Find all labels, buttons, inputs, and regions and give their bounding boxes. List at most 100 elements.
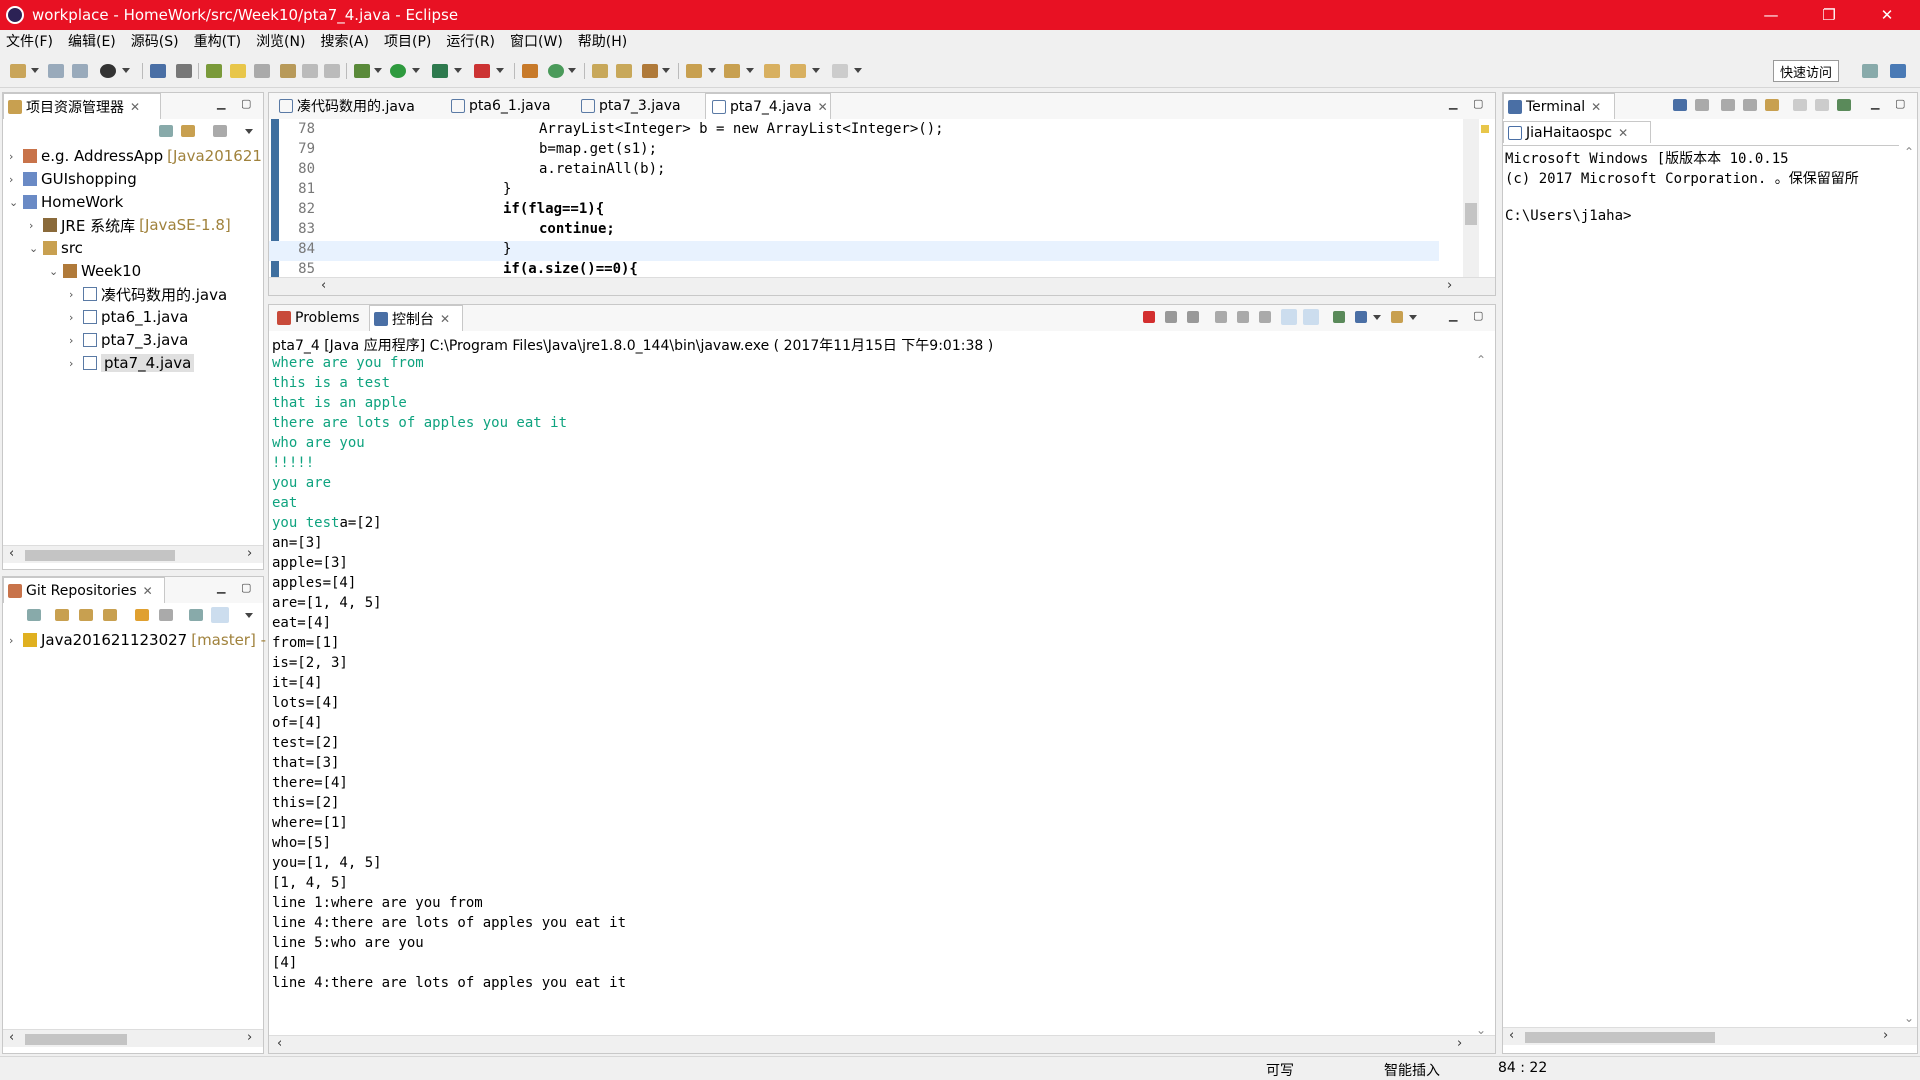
coverage-dropdown-icon[interactable] <box>454 68 462 73</box>
scroll-up-icon[interactable]: ⌃ <box>1476 353 1486 367</box>
tab-file-1[interactable]: 凑代码数用的.java <box>273 93 415 119</box>
scroll-lock-icon[interactable] <box>1237 311 1249 323</box>
tab-git-repositories[interactable]: Git Repositories ✕ <box>3 577 165 603</box>
filter-icon[interactable] <box>213 125 227 137</box>
prev-annotation-icon[interactable] <box>724 64 740 78</box>
display-console-icon[interactable] <box>1355 311 1367 323</box>
scroll-down-icon[interactable]: ⌄ <box>1904 1011 1914 1025</box>
terminal-icon[interactable] <box>150 64 166 78</box>
back-dropdown-icon[interactable] <box>812 68 820 73</box>
tab-file-4[interactable]: pta7_4.java ✕ <box>705 93 831 119</box>
menu-project[interactable]: 项目(P) <box>384 31 431 51</box>
minimize-icon[interactable]: ▁ <box>1871 97 1879 110</box>
forward-dropdown-icon[interactable] <box>854 68 862 73</box>
clear-terminal-icon[interactable] <box>1765 99 1779 111</box>
maximize-icon[interactable]: ▢ <box>241 97 251 110</box>
overview-marker[interactable] <box>1481 125 1489 133</box>
open-console-icon[interactable] <box>1391 311 1403 323</box>
horizontal-scrollbar[interactable]: ‹ › <box>3 545 263 563</box>
minimize-icon[interactable]: ▁ <box>1449 309 1457 322</box>
horizontal-scrollbar[interactable]: ‹ › <box>1503 1027 1917 1045</box>
vertical-scrollbar[interactable]: ⌃ ⌄ <box>1473 353 1491 1037</box>
scroll-thumb[interactable] <box>25 1034 127 1045</box>
view-menu-icon[interactable] <box>245 613 253 618</box>
profile-dropdown-icon[interactable] <box>122 68 130 73</box>
save-icon[interactable] <box>48 64 64 78</box>
coverage-icon[interactable] <box>432 64 448 78</box>
view-menu-icon[interactable] <box>245 129 253 134</box>
run-dropdown-icon[interactable] <box>412 68 420 73</box>
tree-item-file-3[interactable]: › pta7_3.java <box>69 329 188 351</box>
tab-console[interactable]: 控制台 ✕ <box>369 305 463 331</box>
external-tools-icon[interactable] <box>474 64 490 78</box>
minimize-button[interactable]: — <box>1748 0 1794 30</box>
display-console-dropdown-icon[interactable] <box>1373 315 1381 320</box>
horizontal-scrollbar[interactable]: ‹ › <box>269 277 1495 295</box>
scroll-left-icon[interactable]: ‹ <box>9 1030 14 1045</box>
forward-icon[interactable] <box>832 64 848 78</box>
new-dropdown-icon[interactable] <box>31 68 39 73</box>
new-class-dropdown-icon[interactable] <box>568 68 576 73</box>
back-icon[interactable] <box>790 64 806 78</box>
scroll-up-icon[interactable]: ⌃ <box>1904 145 1914 159</box>
link-selection-icon[interactable] <box>211 607 229 623</box>
new-java-project-icon[interactable] <box>522 64 538 78</box>
vertical-scrollbar[interactable] <box>1463 119 1479 285</box>
open-terminal-icon[interactable] <box>1673 99 1687 111</box>
tree-item-week10[interactable]: ⌄ Week10 <box>49 260 141 282</box>
tree-item-src[interactable]: ⌄ src <box>29 237 83 259</box>
close-button[interactable]: ✕ <box>1864 0 1910 30</box>
remove-launch-icon[interactable] <box>1165 311 1177 323</box>
scroll-left-icon[interactable]: ‹ <box>9 546 14 561</box>
tab-file-3[interactable]: pta7_3.java <box>575 93 681 119</box>
scroll-right-icon[interactable]: › <box>1883 1028 1888 1043</box>
tab-terminal-session[interactable]: JiaHaitaospc ✕ <box>1503 121 1651 143</box>
maximize-icon[interactable]: ▢ <box>241 581 251 594</box>
pin-console-icon[interactable] <box>1333 311 1345 323</box>
show-whitespace-icon[interactable] <box>302 64 318 78</box>
scroll-left-icon[interactable]: ‹ <box>321 278 326 293</box>
close-icon[interactable]: ✕ <box>440 312 450 326</box>
scroll-right-icon[interactable]: › <box>1447 278 1452 293</box>
tree-mode-icon[interactable] <box>189 609 203 621</box>
create-repo-icon[interactable] <box>103 609 117 621</box>
clear-console-icon[interactable] <box>1215 311 1227 323</box>
scroll-lock-icon[interactable] <box>1721 99 1735 111</box>
restore-button[interactable]: ❐ <box>1806 0 1852 30</box>
minimize-icon[interactable]: ▁ <box>1449 97 1457 110</box>
close-icon[interactable]: ✕ <box>143 584 153 598</box>
tree-item-guishopping[interactable]: › GUIshopping <box>9 168 137 190</box>
scroll-thumb[interactable] <box>1465 203 1477 225</box>
tab-file-2[interactable]: pta6_1.java <box>445 93 551 119</box>
quick-access-field[interactable]: 快速访问 <box>1773 60 1839 82</box>
scroll-thumb[interactable] <box>1525 1032 1715 1043</box>
horizontal-scrollbar[interactable]: ‹ › <box>269 1035 1495 1053</box>
search-icon[interactable] <box>642 64 658 78</box>
next-annotation-icon[interactable] <box>686 64 702 78</box>
open-task-icon[interactable] <box>280 64 296 78</box>
tree-item-addressapp[interactable]: › e.g. AddressApp [Java201621 <box>9 145 262 167</box>
maximize-icon[interactable]: ▢ <box>1473 97 1483 110</box>
open-console-dropdown-icon[interactable] <box>1409 315 1417 320</box>
copy-icon[interactable] <box>1793 99 1807 111</box>
menu-window[interactable]: 窗口(W) <box>510 31 563 51</box>
scroll-left-icon[interactable]: ‹ <box>1509 1028 1514 1043</box>
open-folder-icon[interactable] <box>616 64 632 78</box>
scroll-right-icon[interactable]: › <box>247 1030 252 1045</box>
collapse-all-icon[interactable] <box>159 125 173 137</box>
add-repo-icon[interactable] <box>55 609 69 621</box>
tab-project-explorer[interactable]: 项目资源管理器 ✕ <box>3 93 161 119</box>
remove-all-icon[interactable] <box>1187 311 1199 323</box>
java-perspective-icon[interactable] <box>1890 64 1906 78</box>
run-icon[interactable] <box>390 64 406 78</box>
paste-icon[interactable] <box>1815 99 1829 111</box>
external-tools-dropdown-icon[interactable] <box>496 68 504 73</box>
console-output[interactable]: where are you from this is a test that is … <box>269 353 1495 1035</box>
tree-item-jre[interactable]: › JRE 系统库 [JavaSE-1.8] <box>29 214 231 236</box>
close-icon[interactable]: ✕ <box>1591 100 1601 114</box>
search-dropdown-icon[interactable] <box>662 68 670 73</box>
minimize-icon[interactable]: ▁ <box>217 581 225 594</box>
menu-file[interactable]: 文件(F) <box>6 31 53 51</box>
menu-run[interactable]: 运行(R) <box>446 31 495 51</box>
tree-item-file-2[interactable]: › pta6_1.java <box>69 306 188 328</box>
